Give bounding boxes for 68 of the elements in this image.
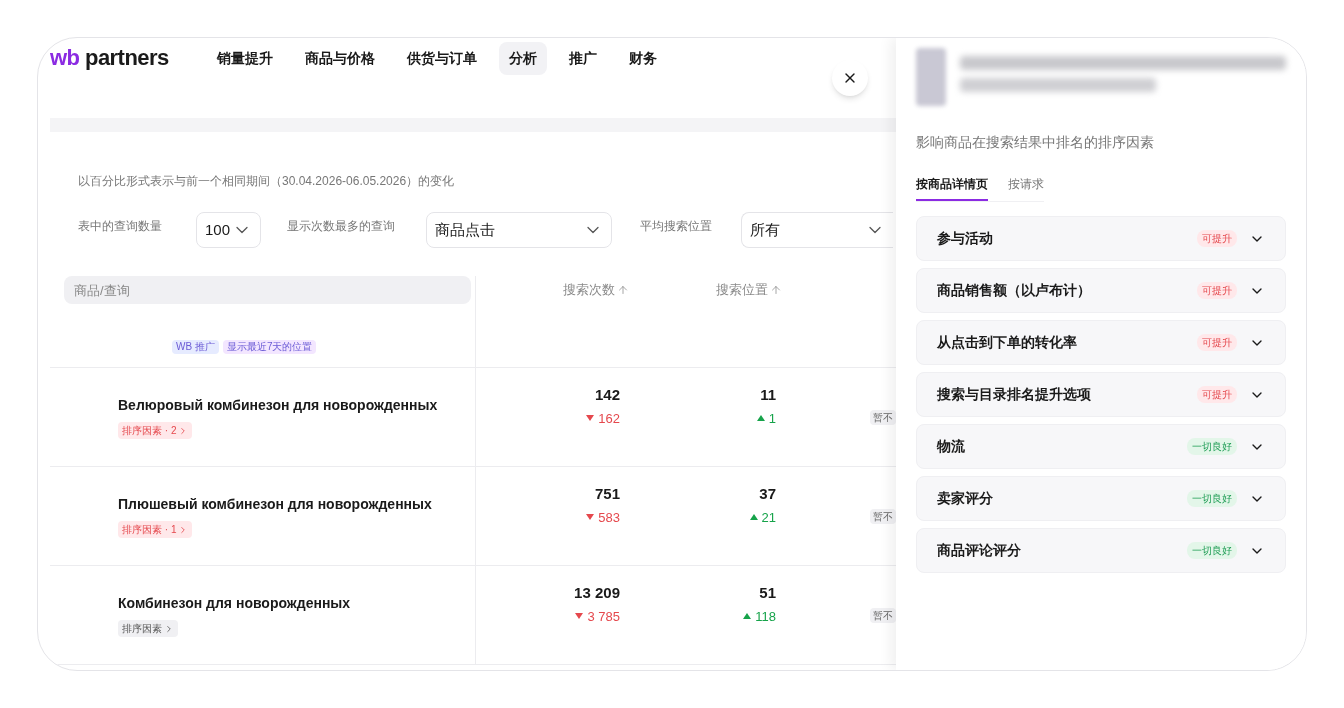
factor-tag[interactable]: 排序因素 · 2 <box>118 422 193 439</box>
select-field[interactable]: 商品点击 <box>426 212 612 248</box>
status-tag: 暂不 <box>870 607 896 623</box>
table-cell-text: 51 <box>759 583 776 603</box>
factor-accordion[interactable]: 参与活动 可提升 <box>916 216 1286 261</box>
table-cell-text: 142 <box>594 385 620 405</box>
factor-accordion[interactable]: 搜索与目录排名提升选项 可提升 <box>916 372 1286 417</box>
close-button[interactable] <box>832 60 868 96</box>
triangle-down-icon <box>586 415 595 422</box>
arrow-up-icon <box>770 284 782 296</box>
change-value: 162 <box>586 408 620 428</box>
factor-accordion[interactable]: 从点击到下单的转化率 可提升 <box>916 320 1286 365</box>
change-value: 21 <box>749 507 776 527</box>
table-cell-text: 11 <box>760 385 776 405</box>
change-value: 118 <box>743 606 776 626</box>
table-cell-text: 13 209 <box>574 583 620 603</box>
panel-subtitle: 影响商品在搜索结果中排名的排序因素 <box>916 133 1155 152</box>
panel-tab[interactable]: 按请求 <box>1008 175 1044 201</box>
filter-label: 显示次数最多的查询 <box>287 218 396 235</box>
triangle-up-icon <box>749 514 758 521</box>
factor-accordion[interactable]: 商品评论评分 一切良好 <box>916 528 1286 573</box>
column-header[interactable]: 搜索次数 <box>563 282 629 298</box>
select-field[interactable]: 100 <box>196 212 261 248</box>
filter-label: 平均搜索位置 <box>640 218 713 235</box>
nav-tab[interactable]: 销量提升 <box>206 41 283 75</box>
status-tag: 暂不 <box>870 508 896 524</box>
factor-accordion[interactable]: 物流 一切良好 <box>916 424 1286 469</box>
product-name: Велюровый комбинезон для новорожденных <box>118 396 439 415</box>
change-value: 1 <box>756 408 776 428</box>
status-tag: 可提升 <box>1197 386 1237 403</box>
factor-accordion[interactable]: 商品销售额（以卢布计） 可提升 <box>916 268 1286 313</box>
status-tag: 暂不 <box>870 409 896 425</box>
nav-tab[interactable]: 供货与订单 <box>396 41 487 75</box>
search-field[interactable]: 商品/查询 <box>64 276 471 304</box>
logo[interactable]: wb partners <box>50 47 169 69</box>
filter-label: 表中的查询数量 <box>78 218 163 235</box>
nav-tab[interactable]: 商品与价格 <box>294 41 385 75</box>
column-header[interactable]: 搜索位置 <box>716 282 782 298</box>
factor-tag[interactable]: 排序因素 · 1 <box>118 521 193 538</box>
select-field[interactable]: 所有 <box>741 212 893 248</box>
factor-accordion[interactable]: 卖家评分 一切良好 <box>916 476 1286 521</box>
arrow-up-icon <box>617 284 629 296</box>
table-cell-text: 37 <box>759 484 776 504</box>
nav-tab[interactable]: 推广 <box>558 41 607 75</box>
status-tag: 一切良好 <box>1187 490 1237 507</box>
triangle-up-icon <box>743 613 752 620</box>
tag: WB 推广 <box>172 340 219 354</box>
change-value: 583 <box>586 507 620 527</box>
product-name: Плюшевый комбинезон для новорожденных <box>118 495 433 514</box>
change-value: 3 785 <box>575 606 620 626</box>
caption: 以百分比形式表示与前一个相同期间（30.04.2026-06.05.2026）的变化 <box>78 173 456 190</box>
status-tag: 可提升 <box>1197 334 1237 351</box>
product-name: Комбинезон для новорожденных <box>118 594 352 613</box>
triangle-up-icon <box>756 415 765 422</box>
factor-tag[interactable]: 排序因素 <box>118 620 178 637</box>
triangle-down-icon <box>575 613 584 620</box>
triangle-down-icon <box>586 514 595 521</box>
tag: 显示最近7天的位置 <box>222 340 317 354</box>
panel-tab[interactable]: 按商品详情页 <box>916 175 988 201</box>
status-tag: 一切良好 <box>1187 542 1237 559</box>
table-cell-text: 751 <box>594 484 620 504</box>
status-tag: 可提升 <box>1197 282 1237 299</box>
nav-tab[interactable]: 分析 <box>498 41 547 75</box>
status-tag: 可提升 <box>1197 230 1237 247</box>
photo-placeholder <box>916 48 946 106</box>
nav-tab[interactable]: 财务 <box>618 41 667 75</box>
chevron-right-icon <box>164 623 174 634</box>
status-tag: 一切良好 <box>1187 438 1237 455</box>
